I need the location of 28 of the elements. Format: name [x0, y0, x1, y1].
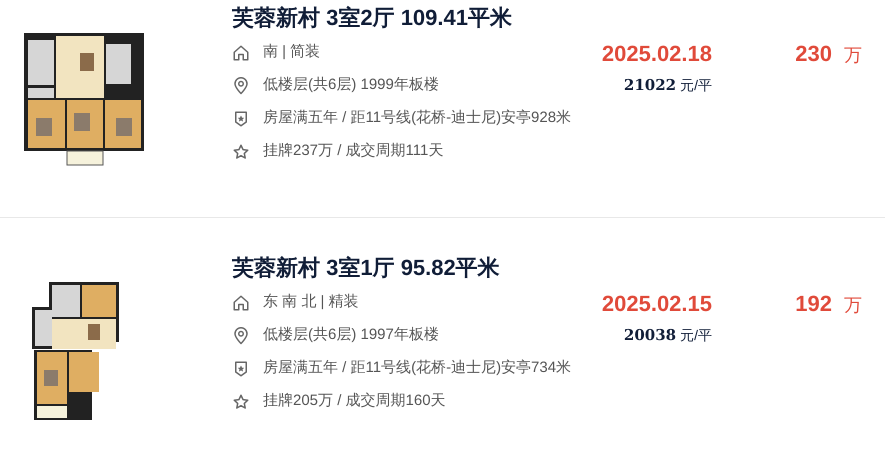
- house-icon: [232, 294, 250, 312]
- detail-text: 房屋满五年 / 距11号线(花桥-迪士尼)安亭734米: [263, 358, 572, 378]
- deal-date: 2025.02.18: [602, 40, 712, 68]
- unit-price-unit: 元/平: [680, 76, 712, 95]
- star-icon: [232, 392, 250, 410]
- house-icon: [232, 44, 250, 62]
- star-icon: [232, 142, 250, 160]
- unit-price: 21022: [624, 75, 676, 96]
- detail-text: 南 | 简装: [263, 42, 320, 62]
- detail-text: 低楼层(共6层) 1997年板楼: [263, 325, 439, 346]
- unit-price-unit: 元/平: [680, 326, 712, 345]
- deal-date: 2025.02.15: [602, 290, 712, 318]
- listing-title[interactable]: 芙蓉新村 3室1厅 95.82平米: [232, 254, 600, 282]
- detail-text: 挂牌205万 / 成交周期160天: [263, 391, 446, 412]
- detail-text: 东 南 北 | 精装: [263, 292, 359, 312]
- detail-text: 房屋满五年 / 距11号线(花桥-迪士尼)安亭928米: [263, 108, 572, 128]
- detail-text: 挂牌237万 / 成交周期111天: [263, 141, 444, 162]
- price-unit: 万: [844, 294, 862, 317]
- total-price: 230: [795, 40, 832, 68]
- listing-title[interactable]: 芙蓉新村 3室2厅 109.41平米: [232, 4, 600, 32]
- total-price: 192: [795, 290, 832, 318]
- map-pin-icon: [232, 326, 250, 344]
- price-unit: 万: [844, 44, 862, 67]
- map-pin-icon: [232, 76, 250, 94]
- shield-star-icon: [232, 360, 250, 378]
- shield-star-icon: [232, 110, 250, 128]
- detail-text: 低楼层(共6层) 1999年板楼: [263, 75, 439, 96]
- unit-price: 20038: [624, 325, 676, 346]
